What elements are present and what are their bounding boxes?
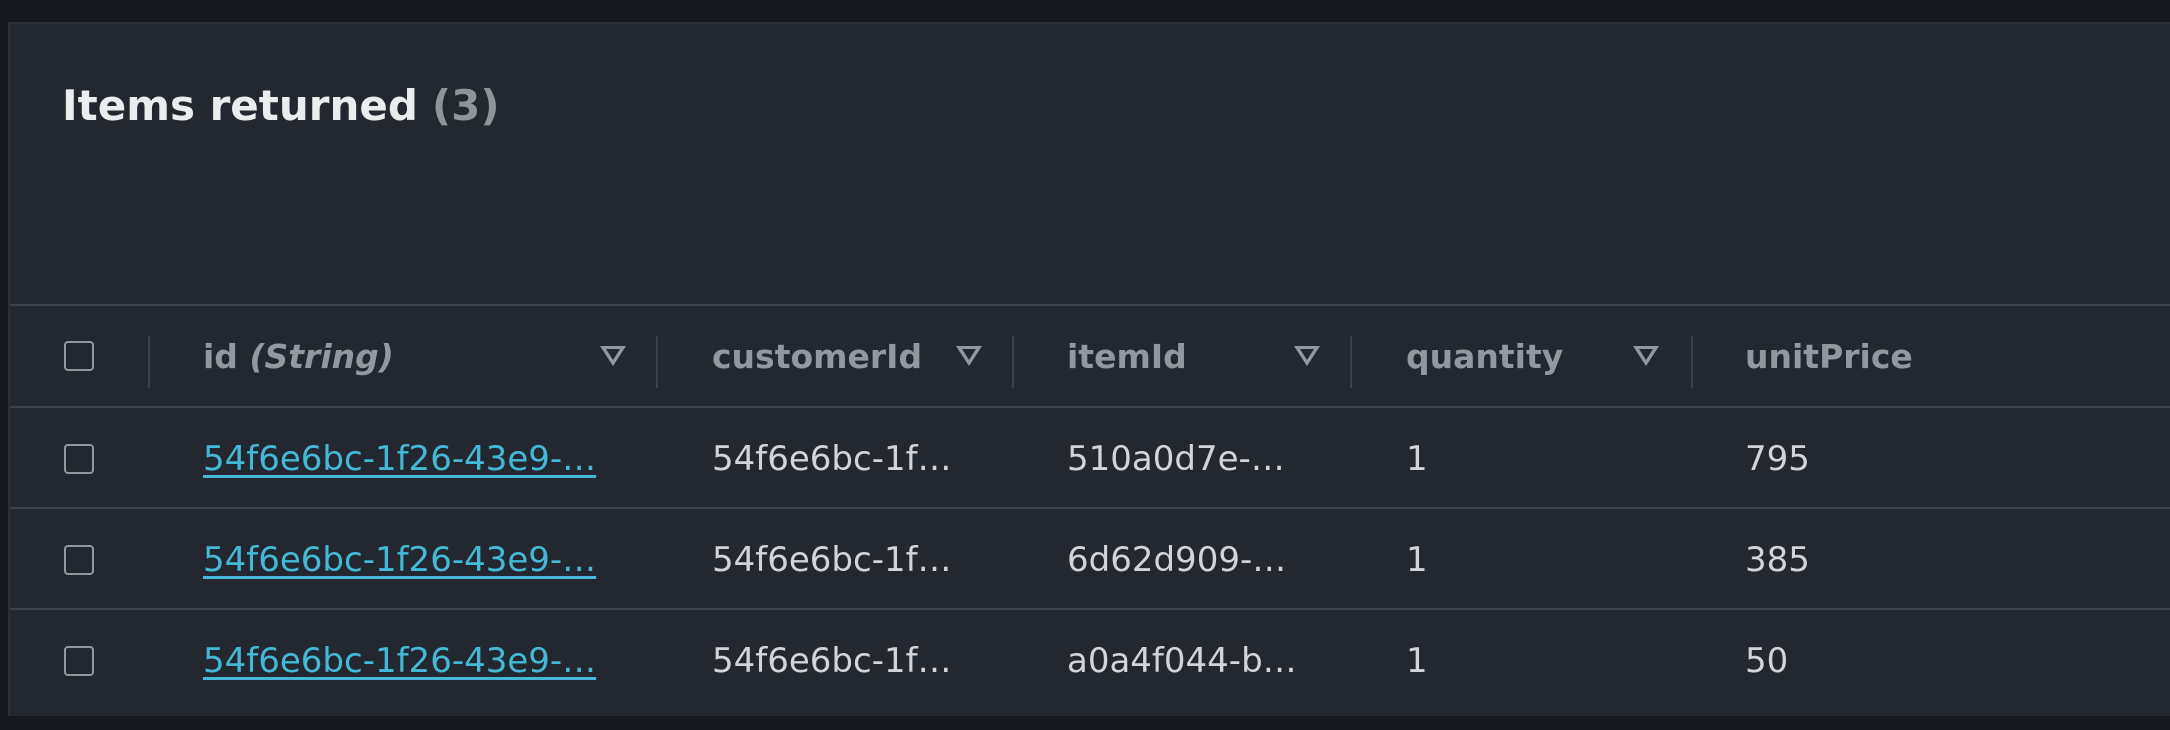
items-count: (3) xyxy=(431,81,500,130)
column-label-id: id xyxy=(203,336,238,376)
column-label-itemid: itemId xyxy=(1067,336,1187,376)
column-separator[interactable] xyxy=(1012,336,1014,388)
items-panel: Items returned (3) id (String) customerI… xyxy=(8,22,2170,716)
row-checkbox[interactable] xyxy=(64,545,94,575)
column-header-customerid[interactable]: customerId xyxy=(712,306,922,406)
column-header-itemid[interactable]: itemId xyxy=(1067,306,1187,406)
column-label-unitprice: unitPrice xyxy=(1745,336,1913,376)
column-separator[interactable] xyxy=(148,336,150,388)
row-checkbox[interactable] xyxy=(64,444,94,474)
column-header-id[interactable]: id (String) xyxy=(203,306,394,406)
column-header-quantity[interactable]: quantity xyxy=(1406,306,1563,406)
item-id-link[interactable]: 54f6e6bc-1f26-43e9-… xyxy=(203,540,596,580)
itemid-cell: a0a4f044-b… xyxy=(1067,640,1297,681)
unitprice-cell: 385 xyxy=(1745,539,1810,580)
column-header-unitprice[interactable]: unitPrice xyxy=(1745,306,1913,406)
column-type-hint: (String) xyxy=(249,336,394,376)
customerid-cell: 54f6e6bc-1f… xyxy=(712,539,952,580)
customerid-cell: 54f6e6bc-1f… xyxy=(712,438,952,479)
quantity-cell: 1 xyxy=(1406,539,1428,580)
unitprice-cell: 795 xyxy=(1745,438,1810,479)
unitprice-cell: 50 xyxy=(1745,640,1789,681)
table-row[interactable]: 54f6e6bc-1f26-43e9-… 54f6e6bc-1f… 510a0d… xyxy=(10,408,2170,509)
column-separator[interactable] xyxy=(1350,336,1352,388)
table-header-row: id (String) customerId itemId quantity u… xyxy=(10,306,2170,408)
quantity-cell: 1 xyxy=(1406,640,1428,681)
select-all-checkbox[interactable] xyxy=(64,341,94,371)
itemid-cell: 6d62d909-… xyxy=(1067,539,1287,580)
column-label-quantity: quantity xyxy=(1406,336,1564,376)
customerid-cell: 54f6e6bc-1f… xyxy=(712,640,952,681)
column-separator[interactable] xyxy=(656,336,658,388)
table-row[interactable]: 54f6e6bc-1f26-43e9-… 54f6e6bc-1f… a0a4f0… xyxy=(10,610,2170,711)
column-label-customerid: customerId xyxy=(712,336,923,376)
sort-customerid-icon[interactable] xyxy=(956,346,982,366)
row-checkbox[interactable] xyxy=(64,646,94,676)
itemid-cell: 510a0d7e-… xyxy=(1067,438,1285,479)
table-row[interactable]: 54f6e6bc-1f26-43e9-… 54f6e6bc-1f… 6d62d9… xyxy=(10,509,2170,610)
item-id-link[interactable]: 54f6e6bc-1f26-43e9-… xyxy=(203,641,596,681)
sort-quantity-icon[interactable] xyxy=(1633,346,1659,366)
panel-header: Items returned (3) xyxy=(62,81,500,141)
column-separator[interactable] xyxy=(1691,336,1693,388)
sort-id-icon[interactable] xyxy=(600,346,626,366)
quantity-cell: 1 xyxy=(1406,438,1428,479)
item-id-link[interactable]: 54f6e6bc-1f26-43e9-… xyxy=(203,439,596,479)
panel-title: Items returned xyxy=(62,81,418,130)
sort-itemid-icon[interactable] xyxy=(1294,346,1320,366)
